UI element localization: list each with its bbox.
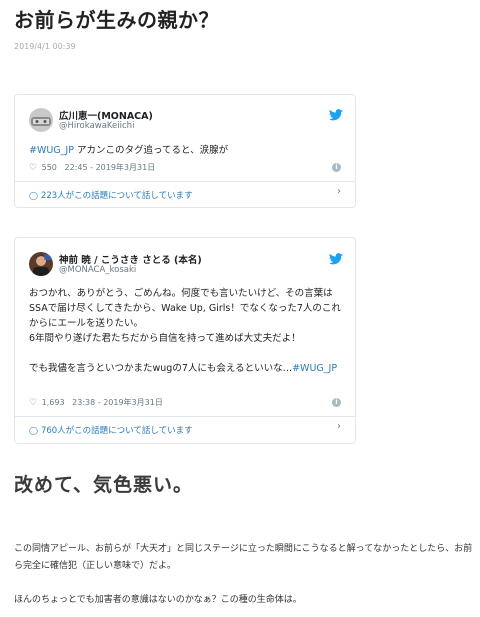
hashtag-link[interactable]: #WUG_JP xyxy=(29,145,74,156)
heart-icon[interactable]: ♡ xyxy=(29,398,37,408)
hashtag-link[interactable]: #WUG_JP xyxy=(292,363,337,374)
tweet-text: #WUG_JP アカンこのタグ追ってると、涙腺が xyxy=(29,143,341,158)
tweet-meta: ♡ 1,693 23:38 - 2019年3月31日 xyxy=(29,397,163,408)
twitter-bird-icon[interactable] xyxy=(329,109,343,121)
author-handle[interactable]: @HirokawaKeiichi xyxy=(59,121,134,131)
tweet-text-body: アカンこのタグ追ってると、涙腺が xyxy=(73,145,229,156)
body-paragraph: ほんのちょっとでも加害者の意識はないのかなぁ？この種の生命体は。 xyxy=(14,595,302,605)
info-icon[interactable]: i xyxy=(332,398,341,407)
author-name[interactable]: 広川恵一(MONACA) xyxy=(59,108,153,122)
embedded-tweet[interactable]: 広川恵一(MONACA) @HirokawaKeiichi #WUG_JP アカ… xyxy=(14,94,356,208)
chevron-right-icon[interactable]: › xyxy=(337,186,341,197)
tweet-text-body: おつかれ、ありがとう、ごめんね。何度でも言いたいけど、その言葉はSSAで届け尽く… xyxy=(29,288,341,374)
speech-bubble-icon: ◯ xyxy=(29,191,38,200)
tweet-timestamp[interactable]: 22:45 - 2019年3月31日 xyxy=(65,163,156,172)
tweet-text: おつかれ、ありがとう、ごめんね。何度でも言いたいけど、その言葉はSSAで届け尽く… xyxy=(29,286,341,376)
conversation-count[interactable]: 223人がこの話題について話しています xyxy=(41,191,193,201)
conversation-link[interactable]: ◯ 760人がこの話題について話しています xyxy=(29,424,341,436)
heart-icon[interactable]: ♡ xyxy=(29,163,37,173)
author-handle[interactable]: @MONACA_kosaki xyxy=(59,265,136,275)
chevron-right-icon[interactable]: › xyxy=(337,421,341,432)
article-title: お前らが生みの親か？ xyxy=(14,8,219,32)
avatar[interactable] xyxy=(29,108,53,132)
section-heading: 改めて、気色悪い。 xyxy=(14,474,194,496)
avatar[interactable] xyxy=(29,252,53,276)
post-date: 2019/4/1 00:39 xyxy=(14,42,76,51)
divider xyxy=(15,416,355,417)
body-paragraph: この同情アピール、お前らが「大天才」と同じステージに立った瞬間にこうなると解って… xyxy=(14,544,473,571)
embedded-tweet[interactable]: 神前 暁 / こうさき さとる (本名) @MONACA_kosaki おつかれ… xyxy=(14,237,356,444)
speech-bubble-icon: ◯ xyxy=(29,426,38,435)
conversation-link[interactable]: ◯ 223人がこの話題について話しています xyxy=(29,189,341,201)
like-count[interactable]: 550 xyxy=(42,163,57,172)
info-icon[interactable]: i xyxy=(332,163,341,172)
twitter-bird-icon[interactable] xyxy=(329,253,343,265)
divider xyxy=(15,181,355,182)
tweet-meta: ♡ 550 22:45 - 2019年3月31日 xyxy=(29,162,155,173)
tweet-timestamp[interactable]: 23:38 - 2019年3月31日 xyxy=(72,398,163,407)
conversation-count[interactable]: 760人がこの話題について話しています xyxy=(41,426,193,436)
like-count[interactable]: 1,693 xyxy=(42,398,65,407)
author-name[interactable]: 神前 暁 / こうさき さとる (本名) xyxy=(59,252,202,266)
